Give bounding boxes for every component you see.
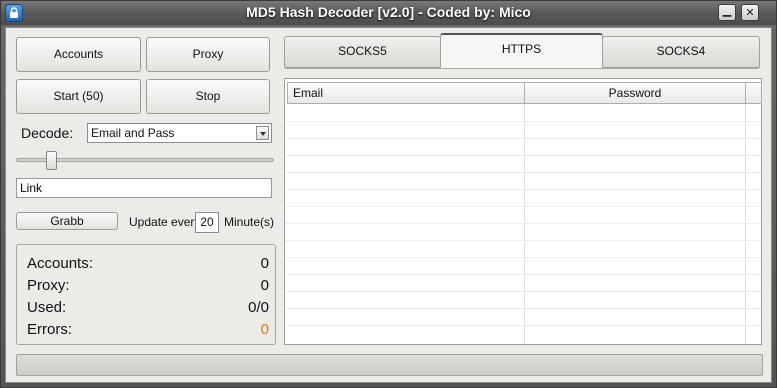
grid-row-line <box>285 138 761 139</box>
main-panel: Accounts Proxy Start (50) Stop Decode: E… <box>5 27 772 383</box>
update-every-label: Update every <box>129 215 201 229</box>
link-input[interactable] <box>17 179 271 197</box>
grid-row-line <box>285 274 761 275</box>
accounts-button-label: Accounts <box>53 47 104 61</box>
status-bar <box>16 354 763 376</box>
decode-select[interactable]: Email and Pass <box>87 123 272 143</box>
stat-accounts: Accounts: 0 <box>27 255 269 275</box>
column-header-email-label: Email <box>293 86 324 100</box>
stat-proxy-label: Proxy: <box>27 277 70 294</box>
column-header-email[interactable]: Email <box>287 82 525 104</box>
decode-label: Decode: <box>21 125 74 141</box>
stats-panel: Accounts: 0 Proxy: 0 Used: 0/0 Errors: 0 <box>16 244 276 345</box>
stat-used: Used: 0/0 <box>27 299 269 319</box>
tab-socks4-label: SOCKS4 <box>656 44 706 58</box>
grid-row-line <box>285 325 761 326</box>
tab-socks5[interactable]: SOCKS5 <box>284 36 441 68</box>
stat-errors: Errors: 0 <box>27 321 269 341</box>
stat-errors-value: 0 <box>260 321 269 338</box>
close-icon: ✕ <box>745 7 755 19</box>
stat-used-label: Used: <box>27 299 67 316</box>
grid-row-line <box>285 172 761 173</box>
grid-row-line <box>285 206 761 207</box>
update-interval-input[interactable]: 20 <box>195 212 219 233</box>
start-button-label: Start (50) <box>53 89 104 103</box>
column-header-filler <box>745 82 762 104</box>
accounts-button[interactable]: Accounts <box>16 37 141 72</box>
proxy-button-label: Proxy <box>192 47 224 61</box>
grabb-button-label: Grabb <box>50 214 84 228</box>
tab-socks4[interactable]: SOCKS4 <box>602 36 760 68</box>
grid-row-line <box>285 223 761 224</box>
window-title: MD5 Hash Decoder [v2.0] - Coded by: Mico <box>246 4 531 20</box>
results-grid[interactable]: Email Password <box>284 78 762 345</box>
tab-https-label: HTTPS <box>501 42 542 56</box>
stat-proxy: Proxy: 0 <box>27 277 269 297</box>
grid-row-line <box>285 155 761 156</box>
stop-button[interactable]: Stop <box>146 79 270 114</box>
decode-select-value: Email and Pass <box>91 126 175 140</box>
grid-row-line <box>285 189 761 190</box>
grid-row-line <box>285 291 761 292</box>
close-button[interactable]: ✕ <box>741 4 759 21</box>
grid-row-line <box>285 257 761 258</box>
update-unit-label: Minute(s) <box>224 215 275 229</box>
grid-row-line <box>285 308 761 309</box>
grabb-button[interactable]: Grabb <box>16 212 118 230</box>
minimize-icon: ▁ <box>722 5 732 17</box>
tab-https[interactable]: HTTPS <box>440 33 603 68</box>
proxy-button[interactable]: Proxy <box>146 37 270 72</box>
slider-thumb[interactable] <box>45 151 57 170</box>
stat-accounts-label: Accounts: <box>27 255 93 272</box>
stat-proxy-value: 0 <box>260 277 269 294</box>
tab-socks5-label: SOCKS5 <box>338 44 387 58</box>
title-bar[interactable]: MD5 Hash Decoder [v2.0] - Coded by: Mico… <box>1 1 776 25</box>
grid-row-line <box>285 121 761 122</box>
start-button[interactable]: Start (50) <box>16 79 141 114</box>
minimize-button[interactable]: ▁ <box>718 4 736 21</box>
column-header-password-label: Password <box>608 86 662 100</box>
stat-errors-label: Errors: <box>27 321 72 338</box>
stop-button-label: Stop <box>195 89 221 103</box>
link-input-box[interactable] <box>16 178 272 198</box>
app-window: MD5 Hash Decoder [v2.0] - Coded by: Mico… <box>0 0 777 388</box>
grid-row-line <box>285 240 761 241</box>
stat-accounts-value: 0 <box>260 255 269 272</box>
stat-used-value: 0/0 <box>248 299 269 316</box>
chevron-down-icon[interactable] <box>256 126 269 140</box>
column-header-password[interactable]: Password <box>524 82 746 104</box>
